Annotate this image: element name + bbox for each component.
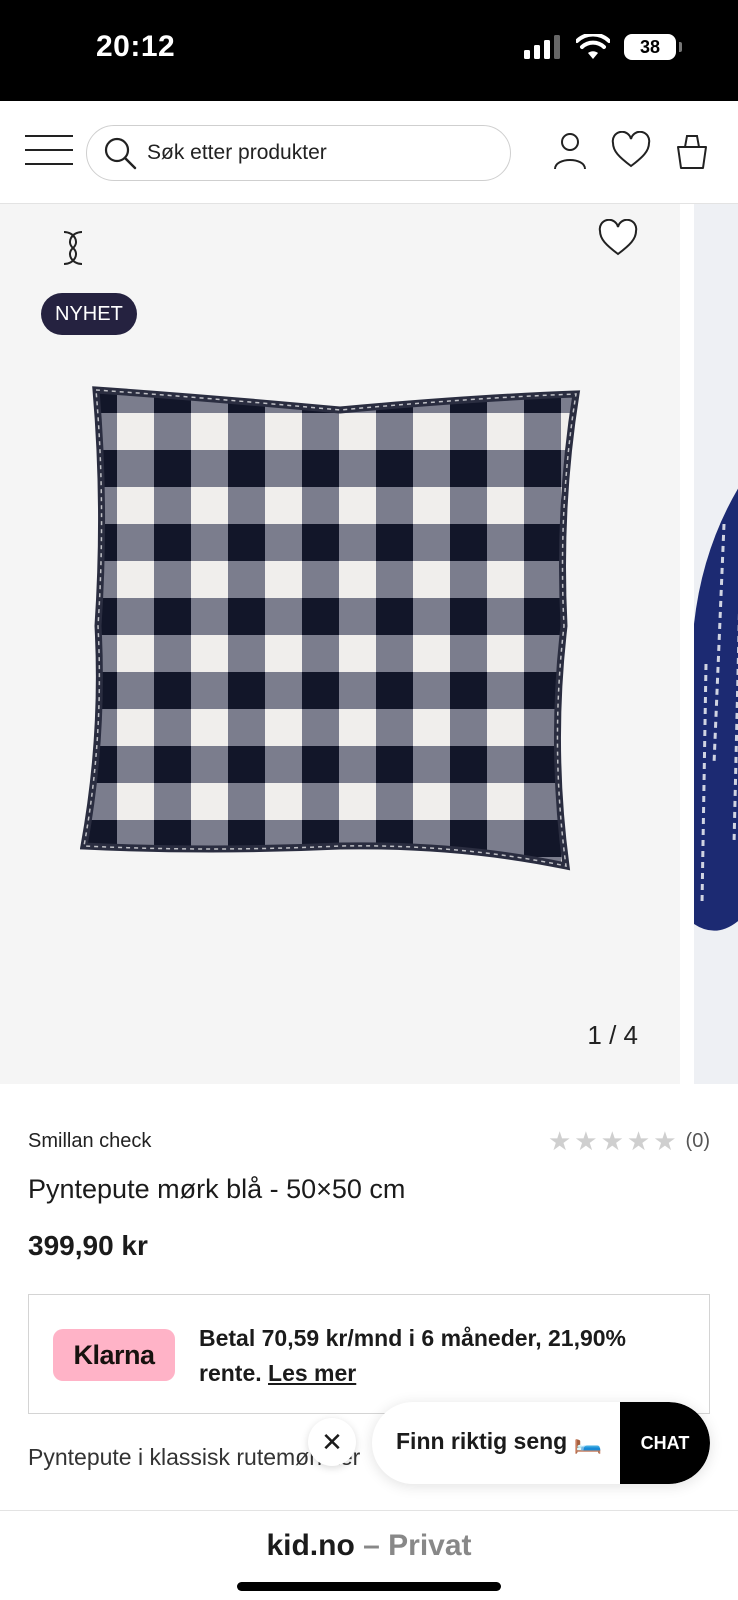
status-time: 20:12 <box>96 30 176 63</box>
menu-icon[interactable] <box>25 135 73 167</box>
home-indicator <box>237 1582 501 1591</box>
battery-indicator: 38 <box>624 34 682 60</box>
star-icon: ★ <box>626 1126 651 1156</box>
klarna-logo: Klarna <box>53 1329 175 1381</box>
klarna-terms: Betal 70,59 kr/mnd i 6 måneder, 21,90% r… <box>199 1325 627 1386</box>
star-icon: ★ <box>574 1126 598 1156</box>
gallery-pager: 1 / 4 <box>587 1020 638 1050</box>
chat-button[interactable]: CHAT <box>620 1402 710 1484</box>
new-badge: NYHET <box>41 293 137 335</box>
close-icon[interactable]: ✕ <box>308 1418 356 1466</box>
browser-separator: – <box>354 1529 389 1562</box>
status-icons: 38 <box>524 34 682 60</box>
gallery-slide-main[interactable]: NYHET 1 / 4 <box>0 204 680 1084</box>
product-gallery[interactable]: NYHET 1 / 4 <box>0 204 738 1084</box>
klarna-text: Betal 70,59 kr/mnd i 6 måneder, 21,90% r… <box>199 1321 689 1391</box>
next-slide-image <box>694 488 738 931</box>
product-price: 399,90 kr <box>28 1230 148 1261</box>
product-image <box>80 386 581 871</box>
chat-widget[interactable]: Finn riktig seng 🛏️ CHAT <box>372 1402 710 1484</box>
browser-address[interactable]: kid.no – Privat <box>0 1529 738 1563</box>
product-title: Pyntepute mørk blå - 50×50 cm <box>28 1174 406 1204</box>
star-icon: ★ <box>547 1126 572 1156</box>
gallery-slide-next[interactable] <box>694 204 738 1084</box>
klarna-financing: Klarna Betal 70,59 kr/mnd i 6 måneder, 2… <box>28 1294 710 1414</box>
klarna-read-more-link[interactable]: Les mer <box>268 1360 356 1386</box>
star-icon: ★ <box>600 1126 624 1156</box>
bag-icon[interactable] <box>672 131 712 171</box>
rating-count: (0) <box>685 1129 710 1152</box>
product-brand[interactable]: Smillan check <box>28 1130 151 1153</box>
wifi-icon <box>576 34 610 59</box>
browser-mode: Privat <box>388 1529 472 1562</box>
star-icon: ★ <box>653 1126 677 1156</box>
search-input[interactable]: Søk etter produkter <box>86 125 511 181</box>
heart-icon[interactable] <box>611 131 651 171</box>
browser-bottom-bar: kid.no – Privat <box>0 1510 738 1600</box>
chat-prompt[interactable]: Finn riktig seng 🛏️ <box>396 1428 602 1455</box>
search-icon <box>104 137 137 170</box>
status-bar: 20:12 38 <box>0 0 738 101</box>
wishlist-heart-icon[interactable] <box>597 219 639 259</box>
signal-icon <box>524 35 560 59</box>
browser-domain: kid.no <box>266 1529 355 1562</box>
brand-logo-icon <box>63 231 83 265</box>
user-icon[interactable] <box>550 131 590 171</box>
search-placeholder: Søk etter produkter <box>147 141 327 164</box>
site-header: Søk etter produkter <box>0 101 738 204</box>
rating[interactable]: ★ ★ ★ ★ ★ (0) <box>548 1128 710 1154</box>
